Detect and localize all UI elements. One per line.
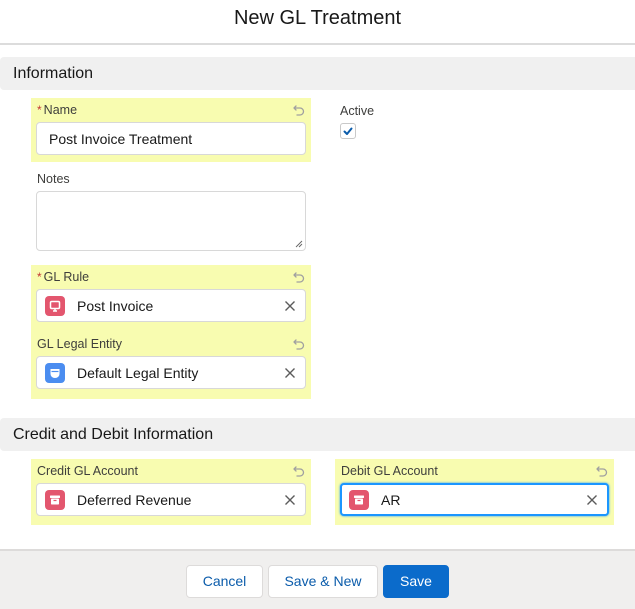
shield-icon: [45, 362, 65, 383]
clear-icon[interactable]: [585, 493, 599, 507]
undo-icon[interactable]: [292, 270, 306, 284]
screen-icon: [45, 295, 65, 316]
gl-legal-entity-label: GL Legal Entity: [37, 337, 123, 351]
credit-gl-account-field: Credit GL Account Deferred Revenue: [31, 459, 311, 525]
undo-icon[interactable]: [595, 464, 609, 478]
notes-label: Notes: [37, 172, 70, 186]
gl-legal-entity-value: Default Legal Entity: [77, 364, 199, 381]
modal-header: New GL Treatment: [0, 0, 635, 45]
section-title: Credit and Debit Information: [13, 425, 214, 443]
name-label: Name: [43, 103, 78, 117]
name-input[interactable]: Post Invoice Treatment: [36, 122, 306, 155]
save-and-new-button[interactable]: Save & New: [268, 564, 378, 598]
section-title: Information: [13, 64, 94, 82]
gl-rule-lookup[interactable]: Post Invoice: [36, 289, 306, 322]
cancel-button[interactable]: Cancel: [186, 564, 263, 598]
active-field: Active: [340, 104, 374, 141]
gl-legal-entity-lookup[interactable]: Default Legal Entity: [36, 356, 306, 389]
section-header-credit-debit[interactable]: Credit and Debit Information: [0, 418, 635, 451]
resize-handle-icon[interactable]: [295, 240, 303, 248]
credit-gl-account-value: Deferred Revenue: [77, 491, 192, 508]
notes-field: Notes: [31, 167, 311, 253]
clear-icon[interactable]: [283, 366, 297, 380]
archive-icon: [45, 489, 65, 510]
credit-gl-account-label: Credit GL Account: [37, 464, 138, 478]
debit-gl-account-lookup[interactable]: AR: [340, 483, 609, 516]
credit-gl-account-lookup[interactable]: Deferred Revenue: [36, 483, 306, 516]
name-field: * Name Post Invoice Treatment: [31, 98, 311, 162]
debit-gl-account-field: Debit GL Account AR: [335, 459, 614, 525]
new-gl-treatment-modal: New GL Treatment Information * Name Post …: [0, 0, 635, 609]
gl-rule-label: GL Rule: [43, 270, 90, 284]
checkmark-icon: [343, 127, 353, 135]
clear-icon[interactable]: [283, 299, 297, 313]
modal-footer: Cancel Save & New Save: [0, 549, 635, 609]
required-marker: *: [37, 103, 42, 117]
gl-rule-block: * GL Rule Post Invoice GL Legal Entity D…: [31, 265, 311, 399]
debit-gl-account-label: Debit GL Account: [341, 464, 438, 478]
section-header-information[interactable]: Information: [0, 57, 635, 90]
undo-icon[interactable]: [292, 337, 306, 351]
required-marker: *: [37, 270, 42, 284]
active-checkbox[interactable]: [340, 123, 356, 139]
notes-textarea[interactable]: [36, 191, 306, 251]
save-button[interactable]: Save: [383, 564, 449, 598]
gl-rule-value: Post Invoice: [77, 297, 154, 314]
modal-title: New GL Treatment: [233, 7, 402, 29]
clear-icon[interactable]: [283, 493, 297, 507]
debit-gl-account-value: AR: [381, 491, 401, 508]
undo-icon[interactable]: [292, 464, 306, 478]
archive-icon: [349, 489, 369, 510]
active-label: Active: [340, 104, 375, 118]
undo-icon[interactable]: [292, 103, 306, 117]
